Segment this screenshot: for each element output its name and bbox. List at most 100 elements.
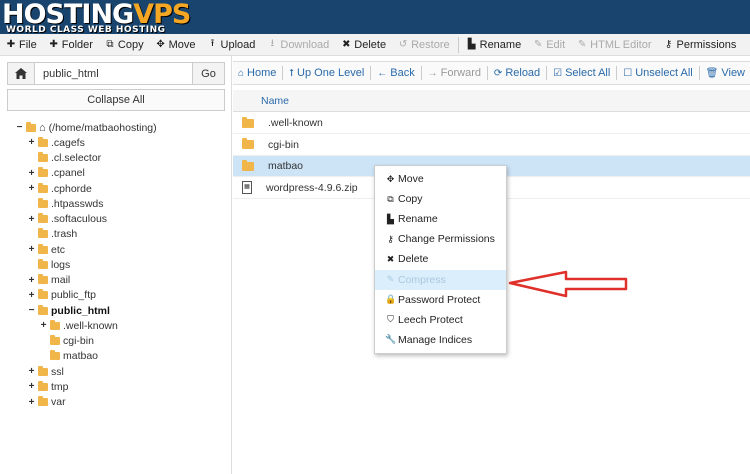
delete-icon: ✖ — [386, 253, 395, 264]
folder-icon — [38, 396, 48, 406]
file-row-cgi-bin[interactable]: cgi-bin — [233, 135, 750, 156]
tree-item-well-known[interactable]: + .well-known — [39, 318, 118, 333]
tree-item-label: var — [51, 396, 66, 408]
nav-reload-button[interactable]: ⟳ Reload — [489, 62, 545, 84]
tree-toggle-icon[interactable]: + — [39, 320, 48, 331]
nav-button-label: Up One Level — [297, 67, 365, 79]
toolbar-permissions-button[interactable]: ⚷ Permissions — [658, 34, 743, 55]
tree-item-label: (/home/matbaohosting) — [48, 121, 157, 134]
toolbar-delete-button[interactable]: ✖ Delete — [335, 34, 392, 55]
tree-toggle-icon[interactable]: + — [27, 168, 36, 179]
context-menu-label: Rename — [398, 213, 438, 226]
tree-item-label: tmp — [51, 380, 69, 393]
context-menu-item-rename[interactable]: ▙ Rename — [375, 209, 506, 229]
context-menu-label: Leech Protect — [398, 313, 463, 326]
nav-separator — [486, 66, 488, 80]
folder-icon — [38, 258, 48, 269]
toolbar-html-editor-button[interactable]: ✎ HTML Editor — [571, 34, 657, 55]
tree-toggle-icon[interactable]: + — [27, 275, 36, 286]
context-menu-label: Delete — [398, 253, 429, 266]
nav-back-button[interactable]: ← Back — [372, 62, 419, 84]
tree-item-cphorde[interactable]: + .cphorde — [27, 181, 92, 196]
rename-icon: ▙ — [467, 39, 476, 50]
tree-item-matbao[interactable]: matbao — [39, 349, 98, 364]
folder-icon — [38, 167, 48, 178]
nav-select-all-button[interactable]: ☑ Select All — [548, 62, 615, 84]
tree-item-label: .trash — [51, 228, 78, 241]
tree-item-public-ftp[interactable]: + public_ftp — [27, 288, 96, 303]
toolbar-file-button[interactable]: ✚ File — [0, 34, 43, 55]
collapse-all-button[interactable]: Collapse All — [7, 89, 225, 111]
nav-unselect-all-button[interactable]: ☐ Unselect All — [618, 62, 697, 84]
tree-item-mail[interactable]: + mail — [27, 273, 70, 288]
toolbar-download-button[interactable]: ⭳ Download — [261, 34, 335, 55]
tree-item-cgi-bin[interactable]: cgi-bin — [39, 334, 94, 349]
context-menu-item-compress[interactable]: ✎ Compress — [375, 269, 506, 290]
path-input[interactable] — [35, 62, 193, 85]
tree-toggle-icon[interactable]: + — [27, 244, 36, 255]
column-header-name[interactable]: Name — [233, 90, 750, 112]
toolbar-restore-button[interactable]: ↺ Restore — [392, 34, 456, 55]
toolbar-move-button[interactable]: ✥ Move — [150, 34, 202, 55]
folder-icon — [38, 380, 48, 391]
nav-separator — [370, 66, 372, 80]
tree-item-ssl[interactable]: + ssl — [27, 364, 64, 379]
context-menu-item-change-permissions[interactable]: ⚷ Change Permissions — [375, 229, 506, 249]
toolbar-upload-button[interactable]: ⭱ Upload — [202, 34, 262, 55]
go-button[interactable]: Go — [193, 62, 225, 85]
context-menu-item-password-protect[interactable]: 🔒 Password Protect — [375, 290, 506, 310]
tree-item-label: .htpasswds — [51, 197, 104, 210]
tree-item-var[interactable]: + var — [27, 395, 66, 410]
context-menu-item-leech-protect[interactable]: ⛉ Leech Protect — [375, 310, 506, 330]
red-arrow-annotation — [508, 270, 628, 298]
file-row-well-known[interactable]: .well-known — [233, 113, 750, 134]
toolbar-rename-button[interactable]: ▙ Rename — [461, 34, 528, 55]
nav-home-button[interactable]: ⌂ Home — [233, 62, 281, 84]
tree-item-etc[interactable]: + etc — [27, 242, 65, 257]
toolbar-button-label: File — [19, 38, 37, 51]
tree-toggle-icon[interactable]: + — [27, 381, 36, 392]
tree-item-htpasswds[interactable]: .htpasswds — [27, 196, 104, 211]
tree-toggle-icon[interactable]: + — [27, 290, 36, 301]
html-editor-icon: ✎ — [577, 39, 587, 50]
toolbar-edit-button[interactable]: ✎ Edit — [527, 34, 571, 55]
tree-toggle-icon[interactable]: + — [27, 366, 36, 377]
tree-item-logs[interactable]: logs — [27, 257, 70, 272]
tree-toggle-icon[interactable]: − — [27, 305, 36, 316]
nav-separator — [420, 66, 422, 80]
tree-toggle-icon[interactable]: + — [27, 183, 36, 194]
tree-item-cpanel[interactable]: + .cpanel — [27, 166, 85, 181]
toolbar-folder-button[interactable]: ✚ Folder — [43, 34, 99, 55]
nav-up-one-level-button[interactable]: ⭡ Up One Level — [284, 62, 369, 84]
nav-forward-button[interactable]: → Forward — [423, 62, 486, 84]
folder-icon — [50, 350, 60, 361]
forward-icon: → — [427, 67, 438, 79]
move-icon: ✥ — [386, 173, 395, 184]
home-button[interactable] — [7, 62, 35, 85]
tree-toggle-icon[interactable]: + — [27, 397, 36, 408]
context-menu-item-manage-indices[interactable]: 🔧 Manage Indices — [375, 330, 506, 350]
tree-item-home-matbaohosting[interactable]: − ⌂ (/home/matbaohosting) — [15, 120, 157, 135]
tree-item-label: .well-known — [63, 319, 118, 332]
lock-icon: 🔒 — [385, 294, 397, 305]
tree-toggle-icon[interactable]: + — [27, 137, 36, 148]
tree-item-softaculous[interactable]: + .softaculous — [27, 212, 107, 227]
tree-item-trash[interactable]: .trash — [27, 227, 77, 242]
file-name: cgi-bin — [268, 138, 299, 151]
folder-icon — [38, 197, 48, 208]
context-menu-item-delete[interactable]: ✖ Delete — [375, 249, 506, 269]
context-menu-label: Manage Indices — [398, 333, 473, 346]
nav-view-button[interactable]: 🗑 View — [701, 62, 750, 84]
tree-item-cagefs[interactable]: + .cagefs — [27, 135, 85, 150]
tree-item-public-html[interactable]: − public_html — [27, 303, 110, 318]
up-icon: ⭡ — [289, 67, 295, 79]
tree-item-cl-selector[interactable]: .cl.selector — [27, 151, 101, 166]
reload-icon: ⟳ — [493, 67, 503, 79]
context-menu-item-copy[interactable]: ⧉ Copy — [375, 189, 506, 209]
toolbar-copy-button[interactable]: ⧉ Copy — [99, 34, 150, 55]
tree-toggle-icon[interactable]: − — [15, 122, 24, 133]
tree-item-tmp[interactable]: + tmp — [27, 379, 69, 394]
tree-toggle-icon[interactable]: + — [27, 214, 36, 225]
context-menu-item-move[interactable]: ✥ Move — [375, 169, 506, 189]
key-icon: ⚷ — [387, 233, 394, 244]
